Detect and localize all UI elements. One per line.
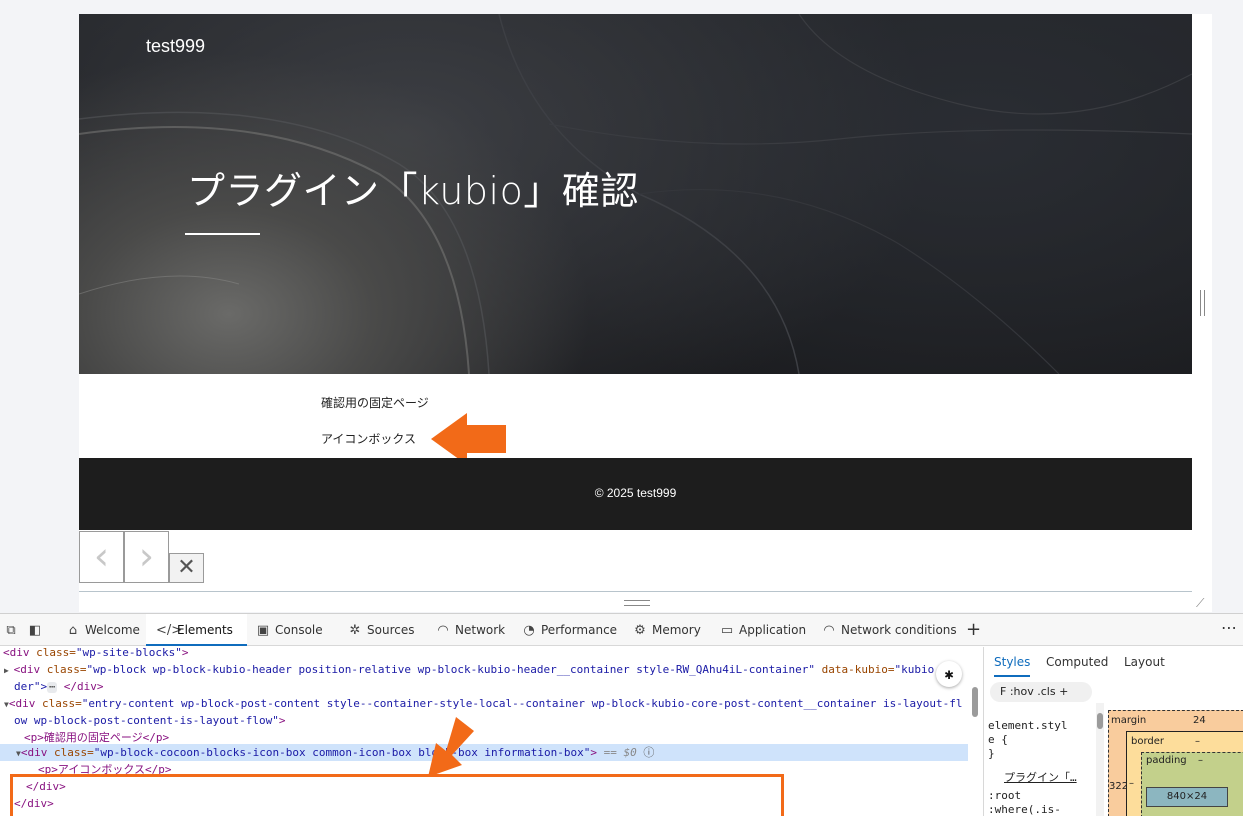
- badge-icon[interactable]: ⓘ: [643, 746, 654, 759]
- content-paragraph-1: 確認用の固定ページ: [321, 396, 429, 410]
- add-tab-button[interactable]: +: [966, 614, 981, 646]
- accessibility-icon[interactable]: ✱: [936, 661, 962, 687]
- box-margin-value[interactable]: 24: [1193, 715, 1206, 726]
- annotation-arrow-down-icon: [428, 717, 474, 777]
- dom-node-entry-content[interactable]: ▼<div class="entry-content wp-block-post…: [4, 695, 963, 712]
- post-content: 確認用の固定ページ アイコンボックス: [79, 374, 1192, 465]
- tab-computed[interactable]: Computed: [1046, 647, 1108, 677]
- styles-scrollbar[interactable]: [1096, 703, 1104, 816]
- box-content-size[interactable]: 840×24: [1146, 787, 1228, 807]
- tab-application[interactable]: ▭ Application: [718, 614, 806, 646]
- screenshot-root: test999 プラグイン「kubio」確認 確認用の固定ページ アイコンボック…: [0, 0, 1243, 816]
- style-rule-line: e {: [988, 733, 1008, 746]
- tab-performance[interactable]: ◔ Performance: [520, 614, 617, 646]
- dom-node-entry-content-cont: ow wp-block-post-content-is-layout-flow"…: [14, 714, 286, 727]
- devtools-panel: ⧉ ◧ ⌂ Welcome </>Elements ▣ Console ✲ Sourc…: [0, 613, 1243, 816]
- code-icon: </>: [156, 623, 183, 638]
- viewport-bottom-border: [79, 591, 1192, 592]
- collapsed-ellipsis[interactable]: ⋯: [47, 682, 58, 693]
- page-title: プラグイン「kubio」確認: [187, 169, 639, 213]
- site-title[interactable]: test999: [146, 36, 205, 57]
- tab-layout[interactable]: Layout: [1124, 647, 1165, 677]
- dom-scrollbar[interactable]: [971, 653, 978, 808]
- style-rule-line: :root: [988, 789, 1022, 802]
- gauge-icon: ◔: [523, 623, 535, 638]
- styles-pane: Styles Computed Layout F :hov .cls + ele…: [983, 647, 1243, 816]
- box-border-left-value[interactable]: –: [1129, 778, 1134, 789]
- dom-scrollbar-thumb[interactable]: [972, 687, 978, 717]
- box-border-label: border: [1131, 736, 1165, 747]
- tab-memory[interactable]: ⚙ Memory: [631, 614, 701, 646]
- horizontal-resize-handle[interactable]: [624, 600, 650, 606]
- tab-styles[interactable]: Styles: [994, 647, 1031, 677]
- styles-scrollbar-thumb[interactable]: [1097, 713, 1103, 729]
- style-rule-line: element.styl: [988, 719, 1068, 732]
- annotation-highlight-box: [10, 774, 784, 816]
- more-options-icon[interactable]: ⋯: [1221, 614, 1237, 646]
- chip-icon: ⚙: [634, 623, 646, 638]
- elements-dom-tree: <div class="wp-site-blocks"> ▶ <div clas…: [0, 647, 983, 816]
- box-margin-label: margin: [1111, 715, 1147, 726]
- corner-resize-handle-icon[interactable]: ⟋: [1196, 596, 1204, 611]
- site-footer: © 2025 test999: [79, 458, 1192, 530]
- hero-section: test999 プラグイン「kubio」確認: [79, 14, 1192, 374]
- bug-icon: ✲: [349, 623, 361, 638]
- box-model-diagram: margin 24 322 border – – padding – – 840…: [1108, 710, 1243, 816]
- dock-toggle-icon[interactable]: ◧: [26, 614, 47, 646]
- box-padding-label: padding: [1146, 755, 1187, 766]
- wifi-gear-icon: ◠: [823, 623, 835, 638]
- dom-node-site-blocks[interactable]: <div class="wp-site-blocks">: [3, 647, 188, 661]
- dom-node-kubio-header[interactable]: ▶ <div class="wp-block wp-block-kubio-he…: [4, 661, 934, 678]
- style-rule-line: :where(.is-: [988, 803, 1061, 816]
- wifi-icon: ◠: [437, 623, 449, 638]
- tab-welcome[interactable]: ⌂ Welcome: [58, 614, 146, 646]
- style-rule-line: }: [988, 747, 995, 760]
- styles-filter-input[interactable]: F :hov .cls +: [990, 682, 1092, 702]
- box-border-value[interactable]: –: [1195, 736, 1200, 747]
- title-underline: [185, 233, 260, 235]
- close-button[interactable]: ✕: [169, 553, 204, 583]
- tab-network-conditions[interactable]: ◠ Network conditions: [820, 614, 956, 646]
- dom-node-icon-box[interactable]: ▼<div class="wp-block-cocoon-blocks-icon…: [16, 744, 654, 761]
- console-icon: ▣: [256, 623, 270, 638]
- footer-copyright: © 2025 test999: [594, 486, 677, 500]
- devtools-tab-bar: ⧉ ◧ ⌂ Welcome </>Elements ▣ Console ✲ Sourc…: [0, 614, 1243, 646]
- home-icon: ⌂: [68, 623, 78, 638]
- page-viewport: test999 プラグイン「kubio」確認 確認用の固定ページ アイコンボック…: [79, 14, 1192, 612]
- prev-button[interactable]: ‹: [79, 531, 124, 583]
- tab-network[interactable]: ◠ Network: [434, 614, 505, 646]
- expand-triangle-icon[interactable]: ▶: [4, 666, 14, 675]
- console-reference: == $0: [603, 746, 637, 759]
- next-button[interactable]: ›: [124, 531, 169, 583]
- tab-sources[interactable]: ✲ Sources: [346, 614, 415, 646]
- tab-elements[interactable]: </>Elements: [146, 614, 247, 646]
- vertical-resize-handle[interactable]: [1200, 290, 1205, 316]
- style-rule-selector[interactable]: プラグイン「…: [1004, 769, 1077, 785]
- box-padding-value[interactable]: –: [1198, 755, 1203, 766]
- content-paragraph-icon-box: アイコンボックス: [321, 432, 417, 446]
- tab-console[interactable]: ▣ Console: [254, 614, 323, 646]
- dom-node-kubio-header-cont: der"> ⋯ </div>: [14, 680, 104, 693]
- window-icon: ▭: [720, 623, 734, 638]
- device-emulation-icon[interactable]: ⧉: [2, 614, 23, 646]
